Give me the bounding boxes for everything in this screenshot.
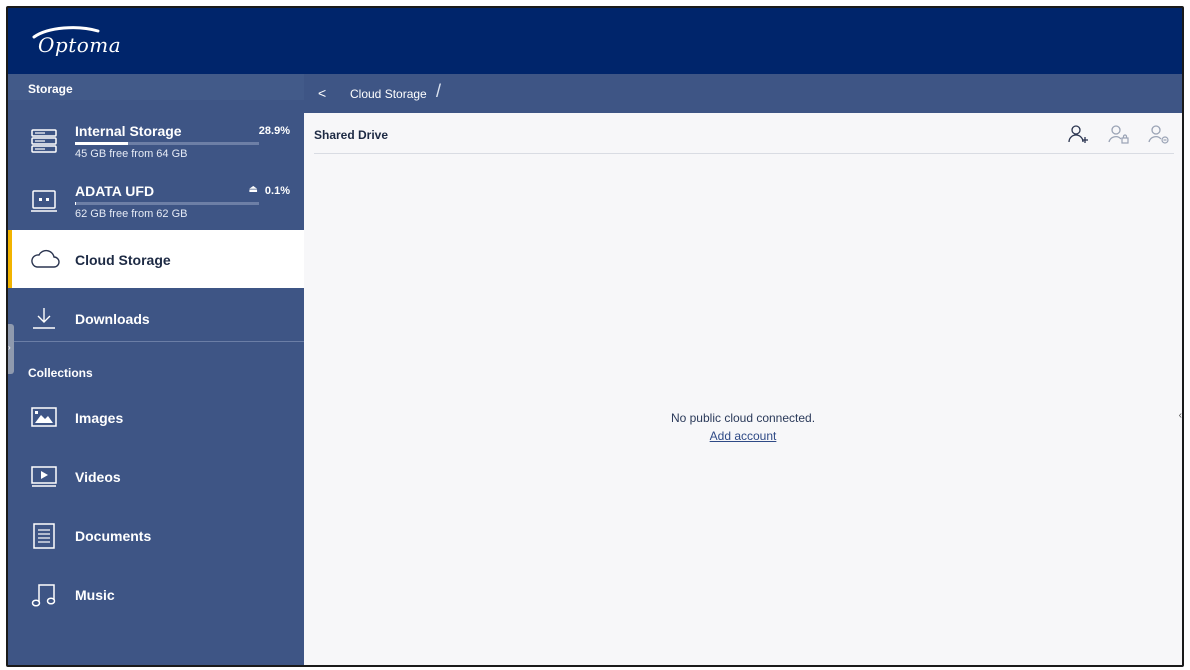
lock-user-icon[interactable] xyxy=(1108,123,1130,145)
back-button[interactable]: < xyxy=(318,85,326,101)
eject-icon[interactable]: ⏏ xyxy=(249,184,258,195)
selected-indicator xyxy=(8,230,12,288)
storage-usage-bar xyxy=(75,202,259,205)
logo-text: Optoma xyxy=(38,33,122,57)
sidebar-item-label: Videos xyxy=(75,469,121,485)
breadcrumb-separator: / xyxy=(436,81,442,101)
sidebar-item-videos[interactable]: Videos xyxy=(8,447,304,505)
top-bar: Optoma xyxy=(8,8,1182,74)
empty-state-message: No public cloud connected. xyxy=(670,411,816,425)
video-icon xyxy=(30,464,58,488)
storage-percent: 28.9% xyxy=(258,125,290,137)
sidebar-item-images[interactable]: Images xyxy=(8,388,304,446)
storage-section-label: Storage xyxy=(28,82,73,96)
sidebar-item-downloads[interactable]: Downloads xyxy=(8,289,304,347)
music-icon xyxy=(30,582,58,607)
storage-name: Internal Storage xyxy=(75,123,182,139)
sidebar-item-documents[interactable]: Documents xyxy=(8,506,304,564)
storage-percent: 0.1% xyxy=(264,185,290,197)
storage-name: ADATA UFD xyxy=(75,183,155,199)
right-collapse-handle[interactable]: ‹ xyxy=(1179,410,1182,421)
storage-item-usb[interactable]: ADATA UFD ⏏ 0.1% 62 GB free from 62 GB xyxy=(8,180,304,232)
storage-free: 45 GB free from 64 GB xyxy=(75,148,188,160)
left-collapse-handle[interactable]: › xyxy=(8,324,14,374)
sidebar-item-label: Music xyxy=(75,587,115,603)
cloud-icon xyxy=(30,247,60,271)
collections-section-label: Collections xyxy=(28,366,93,380)
usb-drive-icon xyxy=(30,188,58,214)
breadcrumb: < Cloud Storage / xyxy=(304,74,1182,113)
optoma-logo: Optoma xyxy=(28,25,124,59)
document-icon xyxy=(30,523,58,549)
add-user-icon[interactable] xyxy=(1068,123,1090,145)
sidebar-item-label: Documents xyxy=(75,528,152,544)
subheader: Shared Drive xyxy=(314,113,1174,154)
server-icon xyxy=(30,128,58,154)
storage-usage-bar xyxy=(75,142,259,145)
image-icon xyxy=(30,405,58,429)
sidebar-divider xyxy=(8,341,304,342)
remove-user-icon[interactable] xyxy=(1148,123,1170,145)
sidebar-item-cloud-storage[interactable]: Cloud Storage xyxy=(8,230,304,288)
shared-drive-title: Shared Drive xyxy=(314,128,389,142)
sidebar-item-label: Downloads xyxy=(75,311,150,327)
sidebar-item-label: Cloud Storage xyxy=(75,252,171,268)
main-panel: < Cloud Storage / Shared Drive No public… xyxy=(304,74,1182,665)
sidebar-item-music[interactable]: Music xyxy=(8,565,304,623)
sidebar: Storage Internal Storage 28.9% 45 GB fre… xyxy=(8,74,304,665)
breadcrumb-current[interactable]: Cloud Storage xyxy=(350,87,427,101)
add-account-link[interactable]: Add account xyxy=(304,429,1182,443)
storage-free: 62 GB free from 62 GB xyxy=(75,208,188,220)
sidebar-item-label: Images xyxy=(75,410,124,426)
download-icon xyxy=(30,306,58,330)
storage-item-internal[interactable]: Internal Storage 28.9% 45 GB free from 6… xyxy=(8,120,304,172)
app-window: Optoma Storage Internal Storage 28.9% 45… xyxy=(6,6,1184,667)
